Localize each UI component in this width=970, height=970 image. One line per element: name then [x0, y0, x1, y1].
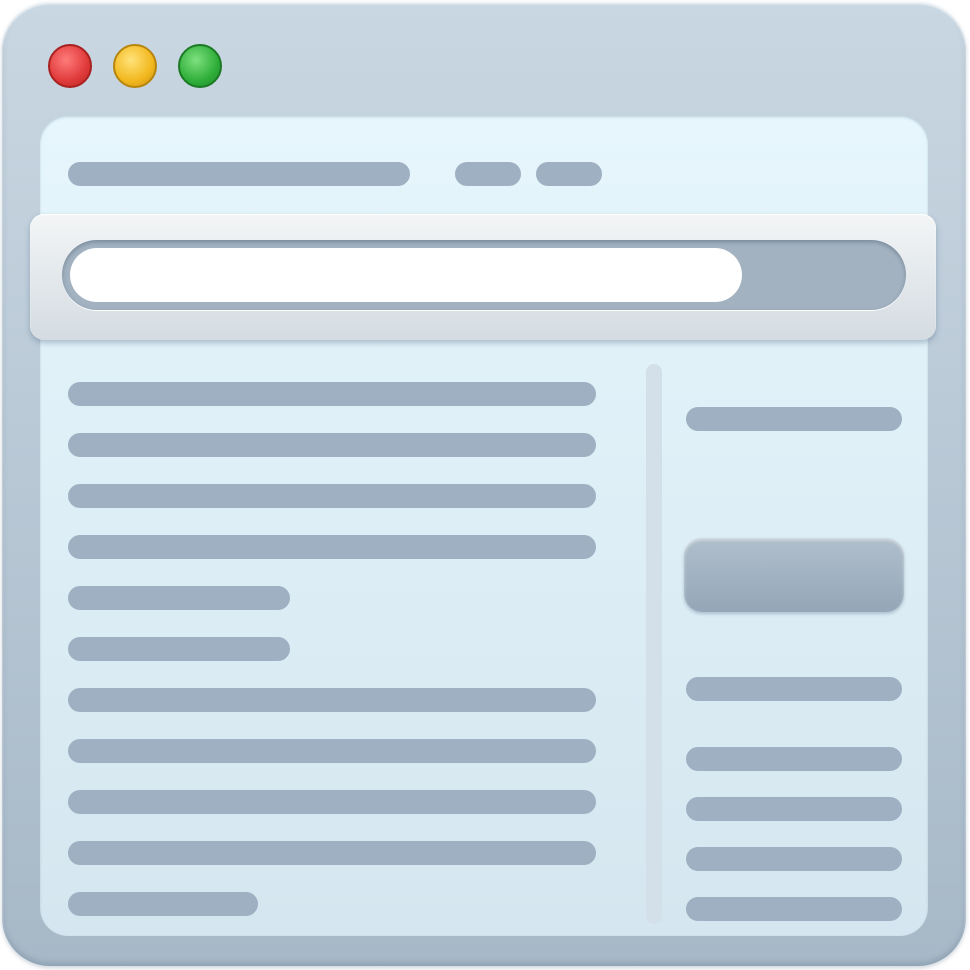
header-nav-item-placeholder[interactable] [455, 162, 521, 186]
address-bar-input[interactable] [70, 248, 742, 302]
body-text-line-placeholder [68, 382, 596, 406]
sidebar-heading-placeholder [686, 407, 902, 431]
header-title-placeholder [68, 162, 410, 186]
body-text-line-placeholder [68, 688, 596, 712]
body-text-line-placeholder [68, 790, 596, 814]
body-text-line-placeholder [68, 739, 596, 763]
body-text-line-placeholder [68, 586, 290, 610]
body-text-line-placeholder [68, 892, 258, 916]
sidebar-action-button[interactable] [684, 538, 904, 612]
header-nav-item-placeholder[interactable] [536, 162, 602, 186]
minimize-button[interactable] [113, 44, 157, 88]
sidebar-text-line-placeholder [686, 677, 902, 701]
body-text-line-placeholder [68, 637, 290, 661]
close-button[interactable] [48, 44, 92, 88]
maximize-button[interactable] [178, 44, 222, 88]
sidebar-list-item-placeholder[interactable] [686, 847, 902, 871]
column-divider [646, 364, 662, 924]
sidebar-list-item-placeholder[interactable] [686, 747, 902, 771]
sidebar-list-item-placeholder[interactable] [686, 897, 902, 921]
body-text-line-placeholder [68, 484, 596, 508]
body-text-line-placeholder [68, 841, 596, 865]
body-text-line-placeholder [68, 535, 596, 559]
body-text-line-placeholder [68, 433, 596, 457]
sidebar-list-item-placeholder[interactable] [686, 797, 902, 821]
